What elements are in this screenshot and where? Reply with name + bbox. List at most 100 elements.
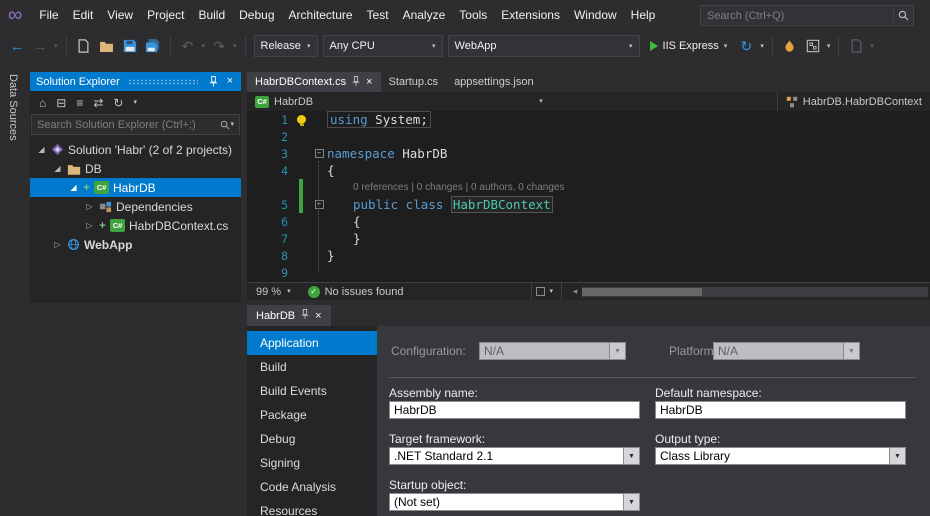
menu-edit[interactable]: Edit [66,8,101,22]
nav-item-build[interactable]: Build [247,355,377,379]
start-debugging-button[interactable]: IIS Express ▾ [645,35,733,57]
scrollbar-track[interactable] [582,286,928,297]
refresh-icon[interactable]: ↻ [113,97,123,109]
find-dropdown-icon[interactable]: ▾ [870,43,874,50]
close-icon[interactable]: × [366,76,372,88]
menu-analyze[interactable]: Analyze [396,8,453,22]
scroll-left-icon[interactable]: ◂ [568,286,582,297]
live-share-icon[interactable] [781,35,799,57]
drag-grip[interactable] [127,78,198,85]
open-file-icon[interactable] [98,35,116,57]
solution-explorer-titlebar[interactable]: Solution Explorer × [30,72,241,91]
tab-appsettings[interactable]: appsettings.json [446,72,542,92]
sync-with-active-document-icon[interactable]: ⇄ [93,97,103,109]
save-all-icon[interactable] [144,35,162,57]
nav-item-code-analysis[interactable]: Code Analysis [247,475,377,499]
type-member-dropdown[interactable]: HabrDB.HabrDBContext [776,92,930,111]
solution-search-input[interactable] [37,118,221,131]
menu-debug[interactable]: Debug [232,8,281,22]
codelens-indicator[interactable]: 0 references | 0 changes | 0 authors, 0 … [327,182,564,193]
navigate-forward-icon[interactable]: → [31,35,49,57]
menu-extensions[interactable]: Extensions [494,8,567,22]
chevron-down-icon[interactable]: ▼ [623,494,639,510]
lightbulb-icon[interactable] [297,115,306,126]
navigate-dropdown-icon[interactable]: ▾ [54,43,58,50]
menu-architecture[interactable]: Architecture [282,8,360,22]
toolbar-overflow-icon[interactable]: ▾ [133,99,137,106]
close-icon[interactable]: × [315,310,321,322]
tree-item-dependencies[interactable]: ▷ Dependencies [30,197,241,216]
browser-link-dropdown-icon[interactable]: ▾ [760,43,764,50]
home-icon[interactable]: ⌂ [39,97,46,109]
browser-link-refresh-icon[interactable]: ↻ [737,35,755,57]
menu-project[interactable]: Project [140,8,191,22]
chevron-down-icon[interactable]: ▼ [889,448,905,464]
nav-item-build-events[interactable]: Build Events [247,379,377,403]
project-dropdown[interactable]: HabrDB [274,96,313,108]
search-options-icon[interactable]: ▾ [230,121,234,128]
scrollbar-thumb[interactable] [582,287,702,296]
menu-build[interactable]: Build [191,8,232,22]
collapse-region-icon[interactable]: − [314,200,324,209]
nav-item-debug[interactable]: Debug [247,427,377,451]
expander-open-icon[interactable]: ◢ [52,164,63,173]
pin-icon[interactable] [206,75,220,89]
gutter[interactable] [297,115,311,126]
menu-file[interactable]: File [32,8,65,22]
nav-item-package[interactable]: Package [247,403,377,427]
chevron-down-icon[interactable]: ▾ [539,98,543,105]
expander-closed-icon[interactable]: ▷ [84,202,95,211]
menu-help[interactable]: Help [624,8,663,22]
close-icon[interactable]: × [223,75,237,89]
data-sources-tab[interactable]: Data Sources [7,74,19,141]
nav-item-signing[interactable]: Signing [247,451,377,475]
save-icon[interactable] [121,35,139,57]
menu-tools[interactable]: Tools [452,8,494,22]
collapse-region-icon[interactable]: − [314,149,324,158]
output-type-dropdown[interactable]: Class Library ▼ [655,447,906,465]
tree-item-solution[interactable]: ◢ Solution 'Habr' (2 of 2 projects) [30,140,241,159]
nav-item-application[interactable]: Application [247,331,377,355]
search-icon[interactable] [898,10,909,21]
startup-project-dropdown[interactable]: WebApp ▾ [447,35,640,57]
pin-icon[interactable] [352,75,360,89]
menu-window[interactable]: Window [567,8,624,22]
code-editor[interactable]: 1 using System; 2 3 − namespace HabrDB 4… [247,111,930,282]
default-namespace-input[interactable] [655,401,906,419]
horizontal-scrollbar[interactable]: ◂ [568,283,930,300]
undo-icon[interactable]: ↶ [179,35,197,57]
find-in-files-icon[interactable] [847,35,865,57]
solution-platform-dropdown[interactable]: Any CPU ▾ [322,35,443,57]
expander-open-icon[interactable]: ◢ [36,145,47,154]
menu-test[interactable]: Test [360,8,396,22]
redo-dropdown-icon[interactable]: ▾ [233,43,237,50]
code-map-icon[interactable] [804,35,822,57]
selection-mode-icon[interactable] [536,287,546,296]
tree-item-habrdb-project[interactable]: ◢ + C# HabrDB [30,178,241,197]
collapse-all-icon[interactable]: ⊟ [56,97,66,109]
solution-configuration-dropdown[interactable]: Release ▾ [253,35,318,57]
redo-icon[interactable]: ↷ [210,35,228,57]
quick-search-input[interactable] [707,9,889,22]
chevron-down-icon[interactable]: ▼ [623,448,639,464]
tree-item-db-folder[interactable]: ◢ DB [30,159,241,178]
tree-item-habrdbcontext-file[interactable]: ▷ + C# HabrDBContext.cs [30,216,241,235]
tab-habrdbcontext[interactable]: HabrDBContext.cs × [247,72,381,92]
solution-search-box[interactable]: ▾ [31,114,240,135]
undo-dropdown-icon[interactable]: ▾ [202,43,206,50]
tree-item-webapp-project[interactable]: ▷ WebApp [30,235,241,254]
assembly-name-input[interactable] [389,401,640,419]
pin-icon[interactable] [301,309,309,322]
document-health-indicator[interactable]: ✓ No issues found [300,285,412,298]
expander-closed-icon[interactable]: ▷ [84,221,95,230]
menu-view[interactable]: View [100,8,140,22]
nav-item-resources[interactable]: Resources [247,499,377,516]
search-icon[interactable] [220,120,230,130]
tab-startup[interactable]: Startup.cs [381,72,447,92]
chevron-down-icon[interactable]: ▾ [549,288,553,295]
zoom-dropdown[interactable]: 99 % ▾ [247,283,300,300]
expander-closed-icon[interactable]: ▷ [52,240,63,249]
startup-object-dropdown[interactable]: (Not set) ▼ [389,493,640,511]
expander-open-icon[interactable]: ◢ [68,183,79,192]
show-all-files-icon[interactable]: ≡ [76,97,83,109]
